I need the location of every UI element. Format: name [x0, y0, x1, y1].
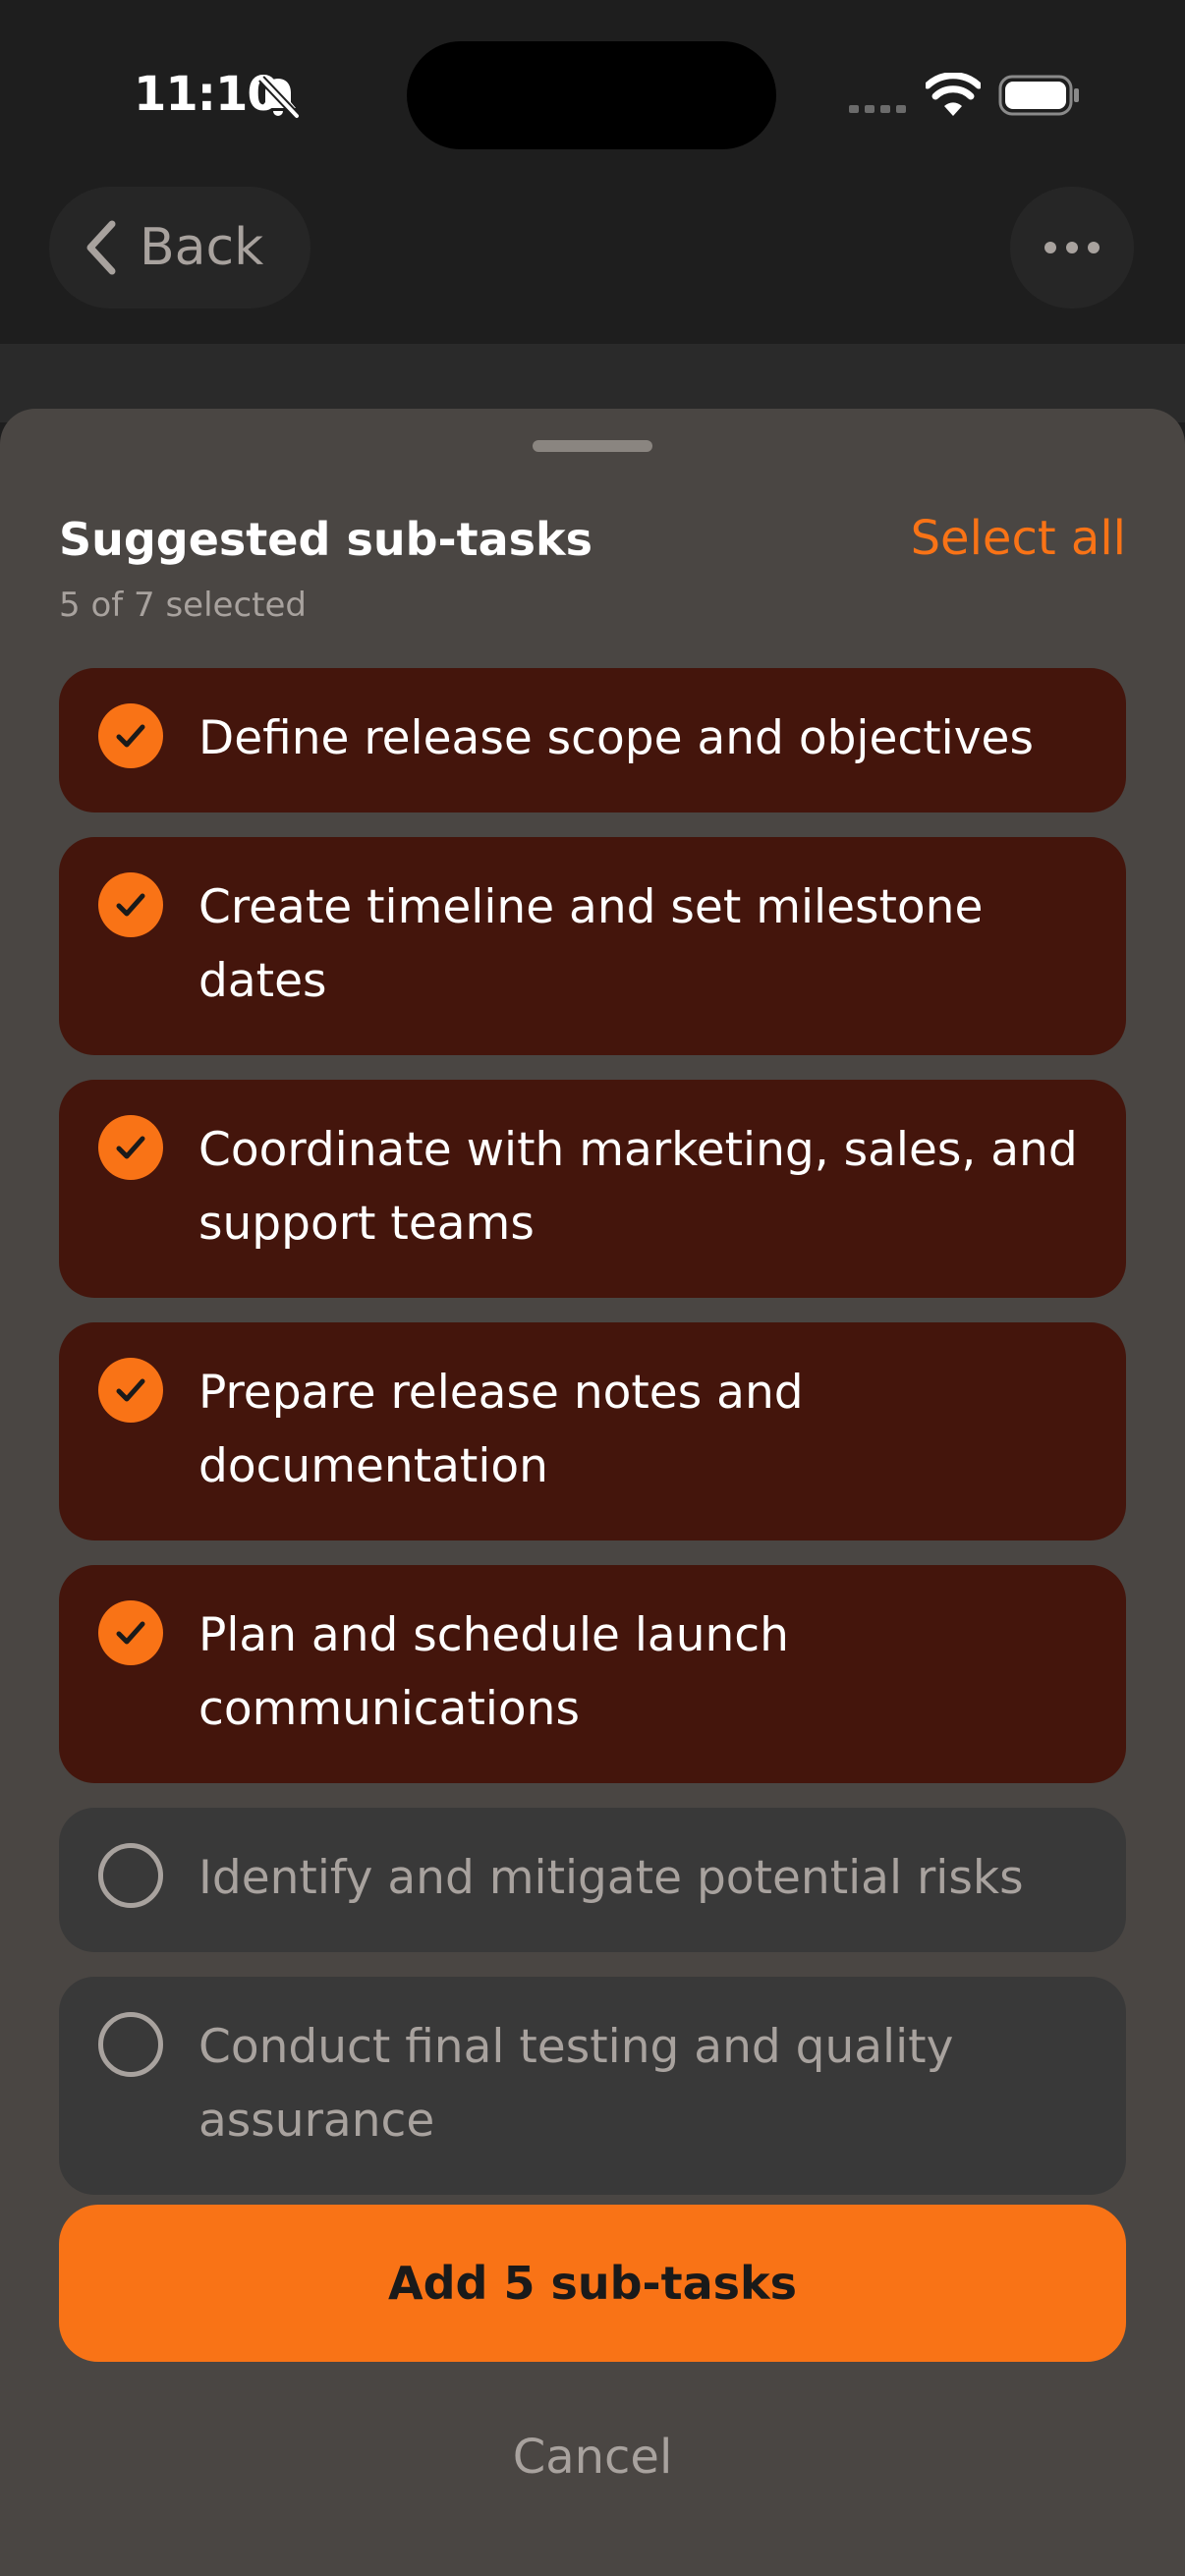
add-subtasks-button[interactable]: Add 5 sub-tasks — [59, 2205, 1126, 2362]
checked-circle-icon[interactable] — [98, 872, 163, 937]
task-list: Define release scope and objectives Crea… — [59, 668, 1126, 2219]
task-label: Coordinate with marketing, sales, and su… — [198, 1123, 1078, 1251]
task-label: Conduct final testing and quality assura… — [198, 2020, 954, 2148]
back-label: Back — [140, 218, 264, 277]
dynamic-island — [407, 41, 776, 149]
task-item[interactable]: Plan and schedule launch communications — [59, 1565, 1126, 1783]
task-label: Define release scope and objectives — [198, 711, 1034, 765]
selection-count: 5 of 7 selected — [59, 586, 307, 625]
more-icon — [1044, 242, 1100, 253]
signal-icon — [849, 105, 906, 113]
empty-circle-icon[interactable] — [98, 2012, 163, 2077]
task-label: Create timeline and set milestone dates — [198, 880, 984, 1008]
status-bar: 11:10 — [0, 0, 1185, 187]
wifi-icon — [926, 73, 981, 116]
task-label: Plan and schedule launch communications — [198, 1608, 789, 1736]
task-label: Identify and mitigate potential risks — [198, 1851, 1024, 1905]
cancel-button[interactable]: Cancel — [396, 2413, 789, 2501]
checked-circle-icon[interactable] — [98, 1358, 163, 1423]
back-button[interactable]: Back — [49, 187, 310, 308]
suggested-subtasks-sheet: Suggested sub-tasks Select all 5 of 7 se… — [0, 409, 1185, 2576]
sheet-title: Suggested sub-tasks — [59, 513, 592, 566]
screen: 11:10 Back Suggested sub-tasks Select al… — [0, 0, 1185, 2576]
task-item[interactable]: Prepare release notes and documentation — [59, 1322, 1126, 1540]
bell-off-icon — [258, 76, 300, 119]
checked-circle-icon[interactable] — [98, 1600, 163, 1665]
task-item[interactable]: Conduct final testing and quality assura… — [59, 1977, 1126, 2195]
task-label: Prepare release notes and documentation — [198, 1366, 804, 1493]
checked-circle-icon[interactable] — [98, 1115, 163, 1180]
select-all-button[interactable]: Select all — [911, 511, 1126, 566]
checked-circle-icon[interactable] — [98, 703, 163, 768]
more-options-button[interactable] — [1010, 187, 1134, 308]
battery-icon — [998, 75, 1079, 116]
sheet-grabber[interactable] — [533, 440, 652, 452]
chevron-left-icon — [86, 220, 116, 275]
task-item[interactable]: Identify and mitigate potential risks — [59, 1808, 1126, 1952]
task-item[interactable]: Coordinate with marketing, sales, and su… — [59, 1080, 1126, 1298]
task-item[interactable]: Create timeline and set milestone dates — [59, 837, 1126, 1055]
task-item[interactable]: Define release scope and objectives — [59, 668, 1126, 812]
empty-circle-icon[interactable] — [98, 1843, 163, 1908]
